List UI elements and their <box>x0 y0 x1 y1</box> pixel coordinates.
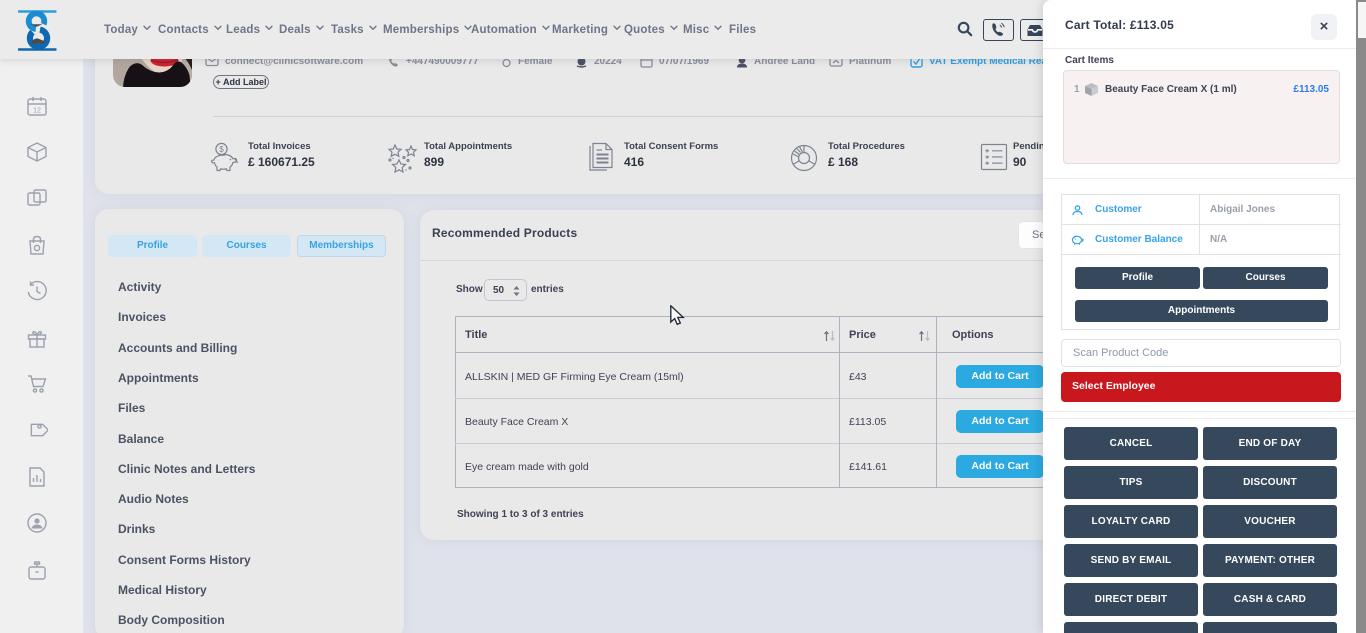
svg-text:12: 12 <box>33 107 41 114</box>
svg-text:$: $ <box>219 145 224 154</box>
